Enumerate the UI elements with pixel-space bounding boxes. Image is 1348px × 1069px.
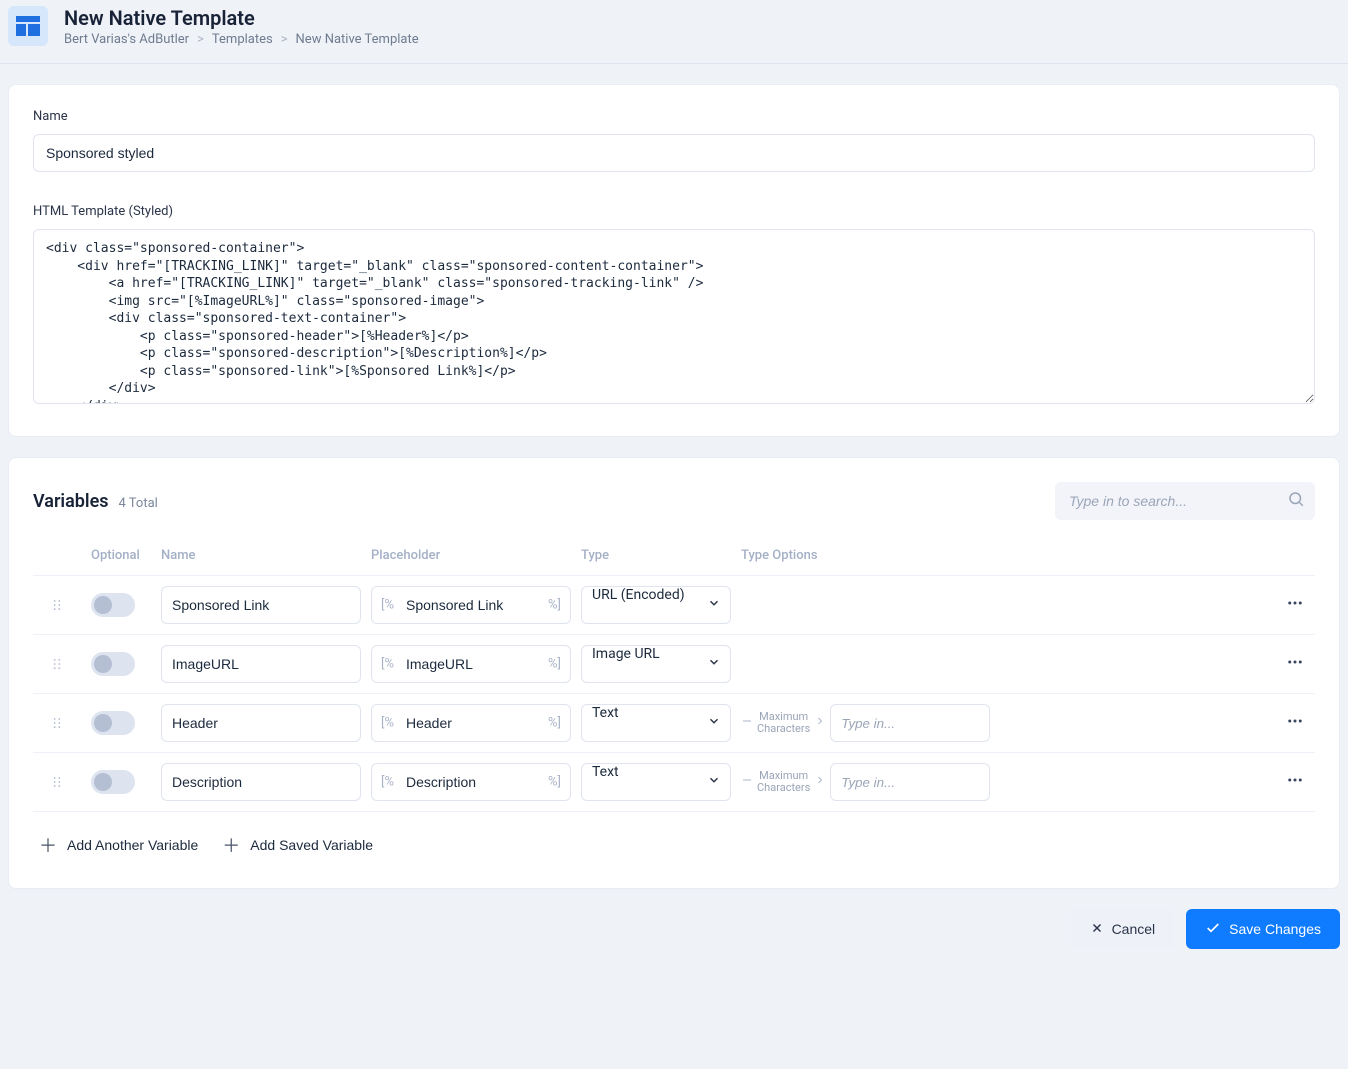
- max-characters-input[interactable]: [830, 704, 990, 742]
- chevron-right-icon: [814, 774, 826, 790]
- placeholder-prefix: [%: [381, 657, 394, 672]
- optional-toggle[interactable]: [91, 593, 135, 617]
- max-characters-option: MaximumCharacters: [741, 704, 1011, 742]
- breadcrumb-item[interactable]: Templates: [212, 32, 273, 47]
- variable-type-select[interactable]: Image URL: [581, 645, 731, 683]
- add-saved-variable-button[interactable]: ＋ Add Saved Variable: [222, 832, 373, 858]
- placeholder-prefix: [%: [381, 716, 394, 731]
- placeholder-suffix: %]: [548, 775, 561, 790]
- variable-type-select[interactable]: Text: [581, 763, 731, 801]
- drag-handle-icon[interactable]: [33, 598, 81, 612]
- add-another-label: Add Another Variable: [67, 837, 198, 853]
- add-another-variable-button[interactable]: ＋ Add Another Variable: [39, 832, 198, 858]
- placeholder-prefix: [%: [381, 598, 394, 613]
- row-actions-menu[interactable]: [1275, 653, 1315, 675]
- max-characters-option: MaximumCharacters: [741, 763, 1011, 801]
- page-footer: Cancel Save Changes: [0, 889, 1348, 953]
- variables-table-header: Optional Name Placeholder Type Type Opti…: [33, 538, 1315, 576]
- save-label: Save Changes: [1229, 921, 1321, 937]
- drag-handle-icon[interactable]: [33, 657, 81, 671]
- placeholder-suffix: %]: [548, 657, 561, 672]
- add-saved-label: Add Saved Variable: [250, 837, 373, 853]
- plus-icon: ＋: [39, 832, 57, 858]
- page-header: New Native Template Bert Varias's AdButl…: [0, 0, 1348, 64]
- minus-icon: [741, 715, 753, 731]
- html-template-label: HTML Template (Styled): [33, 204, 1315, 219]
- variables-card: Variables 4 Total Optional Name Placehol…: [8, 457, 1340, 889]
- name-input[interactable]: [33, 134, 1315, 172]
- variable-name-input[interactable]: [161, 763, 361, 801]
- name-label: Name: [33, 109, 1315, 124]
- plus-icon: ＋: [222, 832, 240, 858]
- page-title: New Native Template: [64, 6, 419, 30]
- template-icon: [8, 6, 48, 46]
- max-characters-input[interactable]: [830, 763, 990, 801]
- search-icon: [1287, 490, 1305, 512]
- variable-name-input[interactable]: [161, 704, 361, 742]
- cancel-button[interactable]: Cancel: [1071, 909, 1175, 949]
- variable-type-select[interactable]: URL (Encoded): [581, 586, 731, 624]
- variable-placeholder-input[interactable]: [371, 586, 571, 624]
- variable-placeholder-input[interactable]: [371, 704, 571, 742]
- variable-row: [%%] Text MaximumCharacters: [33, 694, 1315, 753]
- row-actions-menu[interactable]: [1275, 712, 1315, 734]
- variable-row: [%%] URL (Encoded): [33, 576, 1315, 635]
- col-optional: Optional: [91, 548, 151, 563]
- optional-toggle[interactable]: [91, 770, 135, 794]
- col-name: Name: [161, 548, 361, 563]
- optional-toggle[interactable]: [91, 652, 135, 676]
- row-actions-menu[interactable]: [1275, 771, 1315, 793]
- placeholder-suffix: %]: [548, 598, 561, 613]
- variable-placeholder-input[interactable]: [371, 763, 571, 801]
- max-characters-label: MaximumCharacters: [757, 711, 810, 735]
- cancel-label: Cancel: [1112, 921, 1156, 937]
- chevron-right-icon: >: [197, 32, 204, 47]
- drag-handle-icon[interactable]: [33, 716, 81, 730]
- variable-type-select[interactable]: Text: [581, 704, 731, 742]
- variables-count: 4 Total: [119, 496, 158, 511]
- chevron-right-icon: [814, 715, 826, 731]
- breadcrumb: Bert Varias's AdButler > Templates > New…: [64, 32, 419, 47]
- html-template-textarea[interactable]: [33, 229, 1315, 404]
- drag-handle-icon[interactable]: [33, 775, 81, 789]
- close-icon: [1090, 921, 1104, 938]
- placeholder-prefix: [%: [381, 775, 394, 790]
- variable-placeholder-input[interactable]: [371, 645, 571, 683]
- save-button[interactable]: Save Changes: [1186, 909, 1340, 949]
- optional-toggle[interactable]: [91, 711, 135, 735]
- col-placeholder: Placeholder: [371, 548, 571, 563]
- col-type: Type: [581, 548, 731, 563]
- variable-name-input[interactable]: [161, 586, 361, 624]
- variables-title: Variables: [33, 491, 109, 512]
- placeholder-suffix: %]: [548, 716, 561, 731]
- chevron-right-icon: >: [281, 32, 288, 47]
- variable-row: [%%] Image URL: [33, 635, 1315, 694]
- variable-name-input[interactable]: [161, 645, 361, 683]
- variable-row: [%%] Text MaximumCharacters: [33, 753, 1315, 812]
- minus-icon: [741, 774, 753, 790]
- col-type-options: Type Options: [741, 548, 1011, 563]
- template-form-card: Name HTML Template (Styled): [8, 84, 1340, 437]
- search-input[interactable]: [1055, 482, 1315, 520]
- max-characters-label: MaximumCharacters: [757, 770, 810, 794]
- breadcrumb-item: New Native Template: [296, 32, 419, 47]
- check-icon: [1205, 920, 1221, 939]
- row-actions-menu[interactable]: [1275, 594, 1315, 616]
- breadcrumb-item[interactable]: Bert Varias's AdButler: [64, 32, 189, 47]
